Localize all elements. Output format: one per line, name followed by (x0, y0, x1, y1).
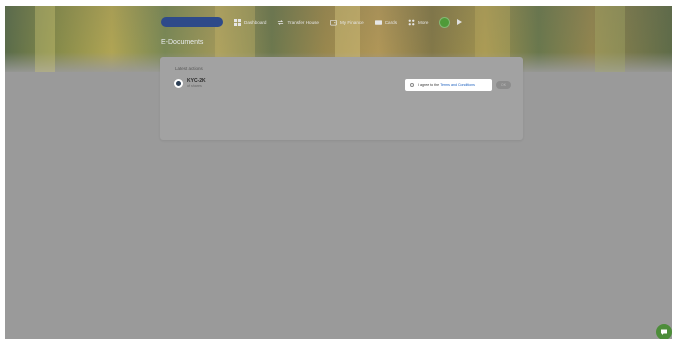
nav-item-transfer-house[interactable]: Transfer House (277, 19, 319, 26)
nav-item-label: Dashboard (244, 19, 267, 25)
wallet-icon (330, 19, 337, 25)
swap-icon (278, 19, 284, 25)
document-text: KYC-2K of shares (187, 78, 206, 89)
page-overlay: E-Documents Dashboard Transfer House My … (5, 6, 672, 339)
card-header: Latest actions (175, 66, 203, 71)
hero-decoration (35, 6, 55, 72)
nav-item-dashboard[interactable]: Dashboard (234, 18, 267, 26)
top-nav: Dashboard Transfer House My Finance Card… (161, 16, 463, 28)
nav-item-label: Transfer House (287, 19, 319, 25)
documents-card: Latest actions KYC-2K of shares I agree … (160, 57, 523, 140)
document-subtitle-suffix: of shares (187, 84, 202, 88)
nav-item-cards[interactable]: Cards (374, 19, 397, 26)
apps-icon (408, 19, 415, 25)
help-button[interactable] (656, 324, 672, 339)
terms-agreement[interactable]: I agree to the Terms and Conditions (405, 79, 492, 91)
hero-decoration (595, 6, 625, 72)
page-title: E-Documents (161, 39, 204, 46)
avatar[interactable] (439, 16, 451, 28)
nav-item-label: My Finance (339, 19, 364, 25)
agree-prefix: I agree to the (418, 83, 440, 87)
nav-item-more[interactable]: More (408, 19, 428, 26)
document-subtitle: of shares (187, 84, 206, 89)
grid-icon (234, 18, 241, 26)
nav-item-label: More (418, 19, 429, 25)
card-icon (374, 19, 382, 25)
nav-item-label: Cards (384, 19, 397, 25)
user-pill[interactable] (161, 17, 223, 27)
document-icon (174, 79, 183, 88)
chat-icon (661, 329, 667, 335)
ok-button[interactable]: OK (496, 81, 511, 89)
play-icon[interactable] (457, 19, 463, 25)
terms-link[interactable]: Terms and Conditions (440, 83, 475, 87)
nav-item-my-finance[interactable]: My Finance (330, 19, 364, 26)
document-row[interactable]: KYC-2K of shares (174, 78, 206, 89)
agree-checkbox[interactable] (410, 83, 414, 87)
